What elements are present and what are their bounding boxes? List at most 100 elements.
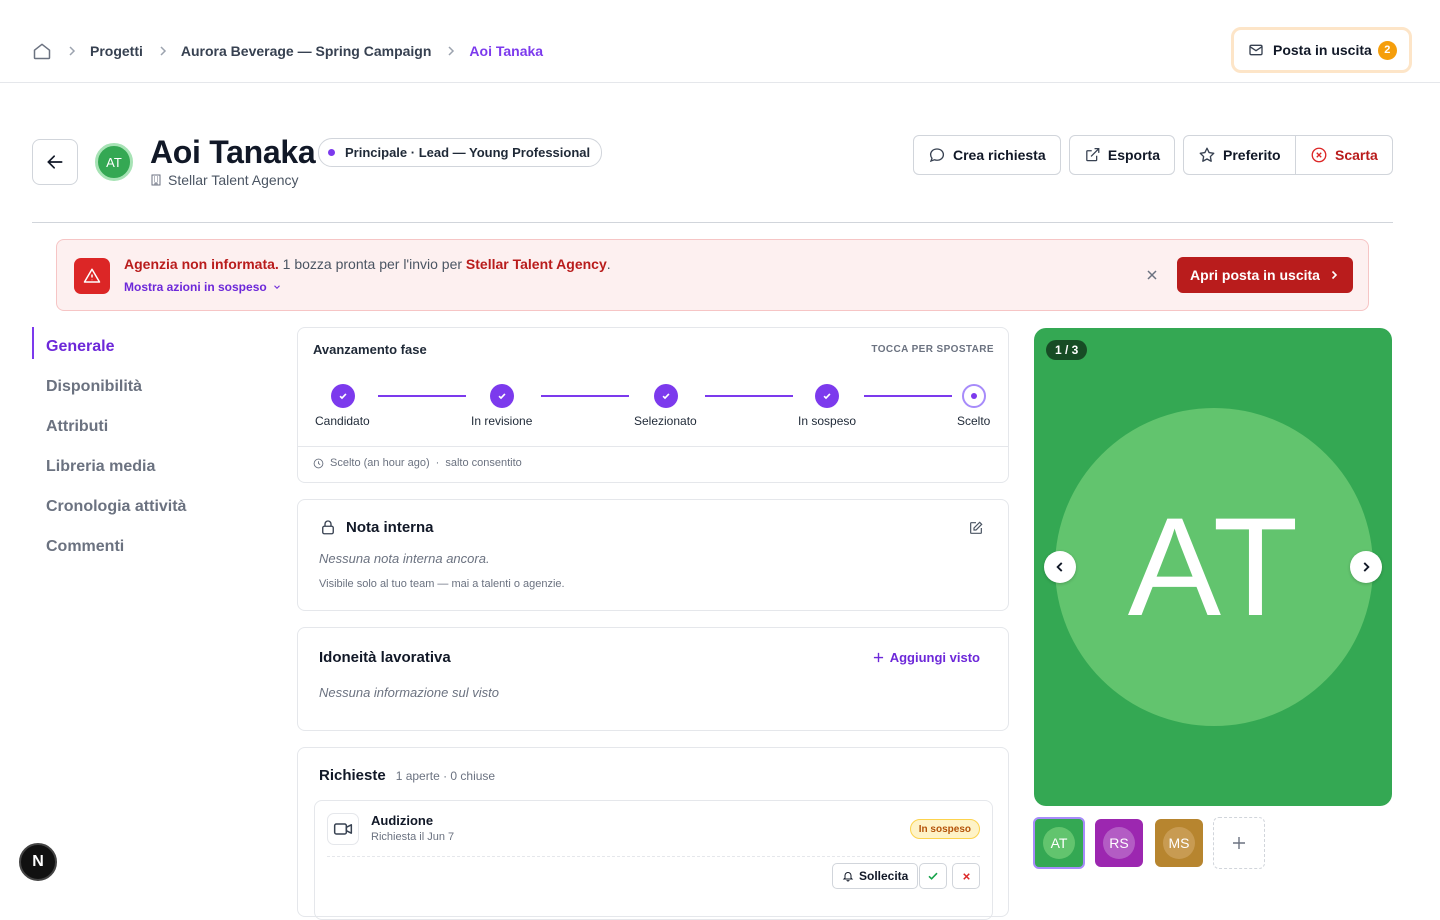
chevron-left-icon — [1056, 562, 1063, 572]
check-icon — [823, 393, 831, 400]
stage-label: Selezionato — [634, 414, 697, 428]
close-icon — [962, 872, 970, 880]
internal-note-heading: Nota interna — [319, 518, 434, 536]
request-item[interactable]: Audizione Richiesta il Jun 7 In sospeso … — [314, 800, 993, 920]
show-pending-label: Mostra azioni in sospeso — [124, 280, 267, 294]
favorite-button[interactable]: Preferito — [1183, 135, 1296, 175]
bell-icon — [842, 872, 854, 882]
breadcrumb-projects[interactable]: Progetti — [90, 43, 143, 59]
nav-item-attributes[interactable]: Attributi — [32, 407, 186, 447]
close-icon[interactable] — [1145, 268, 1159, 282]
previous-media-button[interactable] — [1044, 551, 1076, 583]
divider — [327, 856, 980, 857]
create-request-label: Crea richiesta — [953, 147, 1046, 163]
reject-button[interactable] — [952, 863, 980, 889]
add-visa-button[interactable]: Aggiungi visto — [873, 650, 980, 665]
dev-tools-badge[interactable]: N — [19, 843, 57, 881]
stage-step-selected[interactable] — [654, 384, 678, 408]
work-eligibility-card: Idoneità lavorativa Aggiungi visto Nessu… — [297, 627, 1009, 731]
visa-empty: Nessuna informazione sul visto — [319, 685, 499, 700]
check-icon — [498, 393, 506, 400]
alert-message: Agenzia non informata. 1 bozza pronta pe… — [124, 256, 611, 272]
stage-connector — [378, 395, 466, 397]
alert-title: Agenzia non informata. — [124, 256, 279, 272]
stage-label: In revisione — [471, 414, 533, 428]
outbox-button[interactable]: Posta in uscita 2 — [1231, 27, 1412, 73]
chevron-right-icon — [448, 46, 455, 56]
media-thumbnail[interactable]: MS — [1155, 819, 1203, 867]
alert-agency[interactable]: Stellar Talent Agency — [466, 256, 607, 272]
chevron-right-icon — [1331, 270, 1338, 280]
breadcrumb-current: Aoi Tanaka — [469, 43, 544, 59]
export-button[interactable]: Esporta — [1069, 135, 1175, 175]
video-icon — [327, 813, 359, 845]
chevron-right-icon — [69, 46, 76, 56]
request-title: Audizione — [371, 813, 434, 828]
mail-icon — [1249, 44, 1263, 56]
media-viewer[interactable]: 1 / 3 AT — [1034, 328, 1392, 806]
divider — [32, 222, 1393, 223]
role-label: Principale · Lead — Young Professional — [345, 145, 591, 160]
approve-button[interactable] — [919, 863, 947, 889]
stage-label: Scelto — [957, 414, 991, 428]
outbox-count-badge: 2 — [1377, 40, 1397, 60]
nav-item-general[interactable]: Generale — [32, 327, 186, 367]
chevron-right-icon — [1363, 562, 1370, 572]
stage-connector — [705, 395, 793, 397]
nav-item-activity[interactable]: Cronologia attività — [32, 487, 186, 527]
media-thumbnail[interactable]: AT — [1033, 817, 1085, 869]
alert-period: . — [606, 256, 611, 272]
star-icon — [1199, 147, 1215, 162]
external-link-icon — [1086, 148, 1100, 162]
breadcrumb-project[interactable]: Aurora Beverage — Spring Campaign — [181, 43, 432, 59]
work-eligibility-title: Idoneità lavorativa — [319, 649, 451, 666]
requests-count: 1 aperte · 0 chiuse — [395, 769, 496, 783]
status-badge: In sospeso — [909, 819, 980, 839]
chevron-right-icon — [160, 46, 166, 56]
top-bar: Progetti Aurora Beverage — Spring Campai… — [0, 0, 1440, 83]
nav-item-media-library[interactable]: Libreria media — [32, 447, 186, 487]
show-pending-toggle[interactable]: Mostra azioni in sospeso — [124, 280, 282, 294]
stage-meta-time: Scelto (an hour ago) — [330, 457, 430, 469]
edit-icon[interactable] — [968, 520, 984, 536]
divider — [298, 446, 1008, 447]
check-icon — [928, 872, 938, 880]
chat-bubble-icon — [929, 148, 945, 163]
stage-meta: Scelto (an hour ago) · salto consentito — [313, 457, 522, 469]
create-request-button[interactable]: Crea richiesta — [913, 135, 1061, 175]
favorite-label: Preferito — [1223, 147, 1281, 163]
page-title: Aoi Tanaka — [150, 134, 316, 170]
breadcrumb: Progetti Aurora Beverage — Spring Campai… — [32, 38, 543, 64]
discard-button[interactable]: Scarta — [1295, 135, 1393, 175]
requests-title: Richieste — [319, 767, 386, 784]
clock-icon — [313, 458, 324, 468]
avatar: AT — [95, 143, 133, 181]
stage-step-review[interactable] — [490, 384, 514, 408]
building-icon — [151, 174, 161, 186]
thumbnail-initials: RS — [1103, 827, 1135, 859]
role-badge[interactable]: Principale · Lead — Young Professional — [318, 138, 603, 167]
discard-label: Scarta — [1335, 147, 1378, 163]
home-icon[interactable] — [32, 41, 52, 61]
avatar-initials: AT — [1127, 488, 1301, 645]
agency-name[interactable]: Stellar Talent Agency — [168, 172, 299, 188]
add-visa-label: Aggiungi visto — [889, 650, 980, 665]
nav-item-comments[interactable]: Commenti — [32, 527, 186, 567]
nav-item-availability[interactable]: Disponibilità — [32, 367, 186, 407]
arrow-left-icon — [47, 155, 63, 169]
media-thumbnail[interactable]: RS — [1095, 819, 1143, 867]
back-button[interactable] — [32, 139, 78, 185]
add-media-button[interactable] — [1213, 817, 1265, 869]
internal-note-title: Nota interna — [346, 518, 434, 536]
open-outbox-button[interactable]: Apri posta in uscita — [1177, 257, 1353, 293]
stage-step-candidate[interactable] — [331, 384, 355, 408]
open-outbox-label: Apri posta in uscita — [1190, 267, 1320, 283]
next-media-button[interactable] — [1350, 551, 1382, 583]
stage-label: Candidato — [315, 414, 370, 428]
section-nav: Generale Disponibilità Attributi Libreri… — [32, 327, 186, 567]
stage-title: Avanzamento fase — [313, 342, 427, 357]
stage-step-on-hold[interactable] — [815, 384, 839, 408]
nudge-button[interactable]: Sollecita — [832, 863, 919, 889]
stage-step-chosen[interactable] — [962, 384, 986, 408]
status-dot — [328, 149, 335, 156]
